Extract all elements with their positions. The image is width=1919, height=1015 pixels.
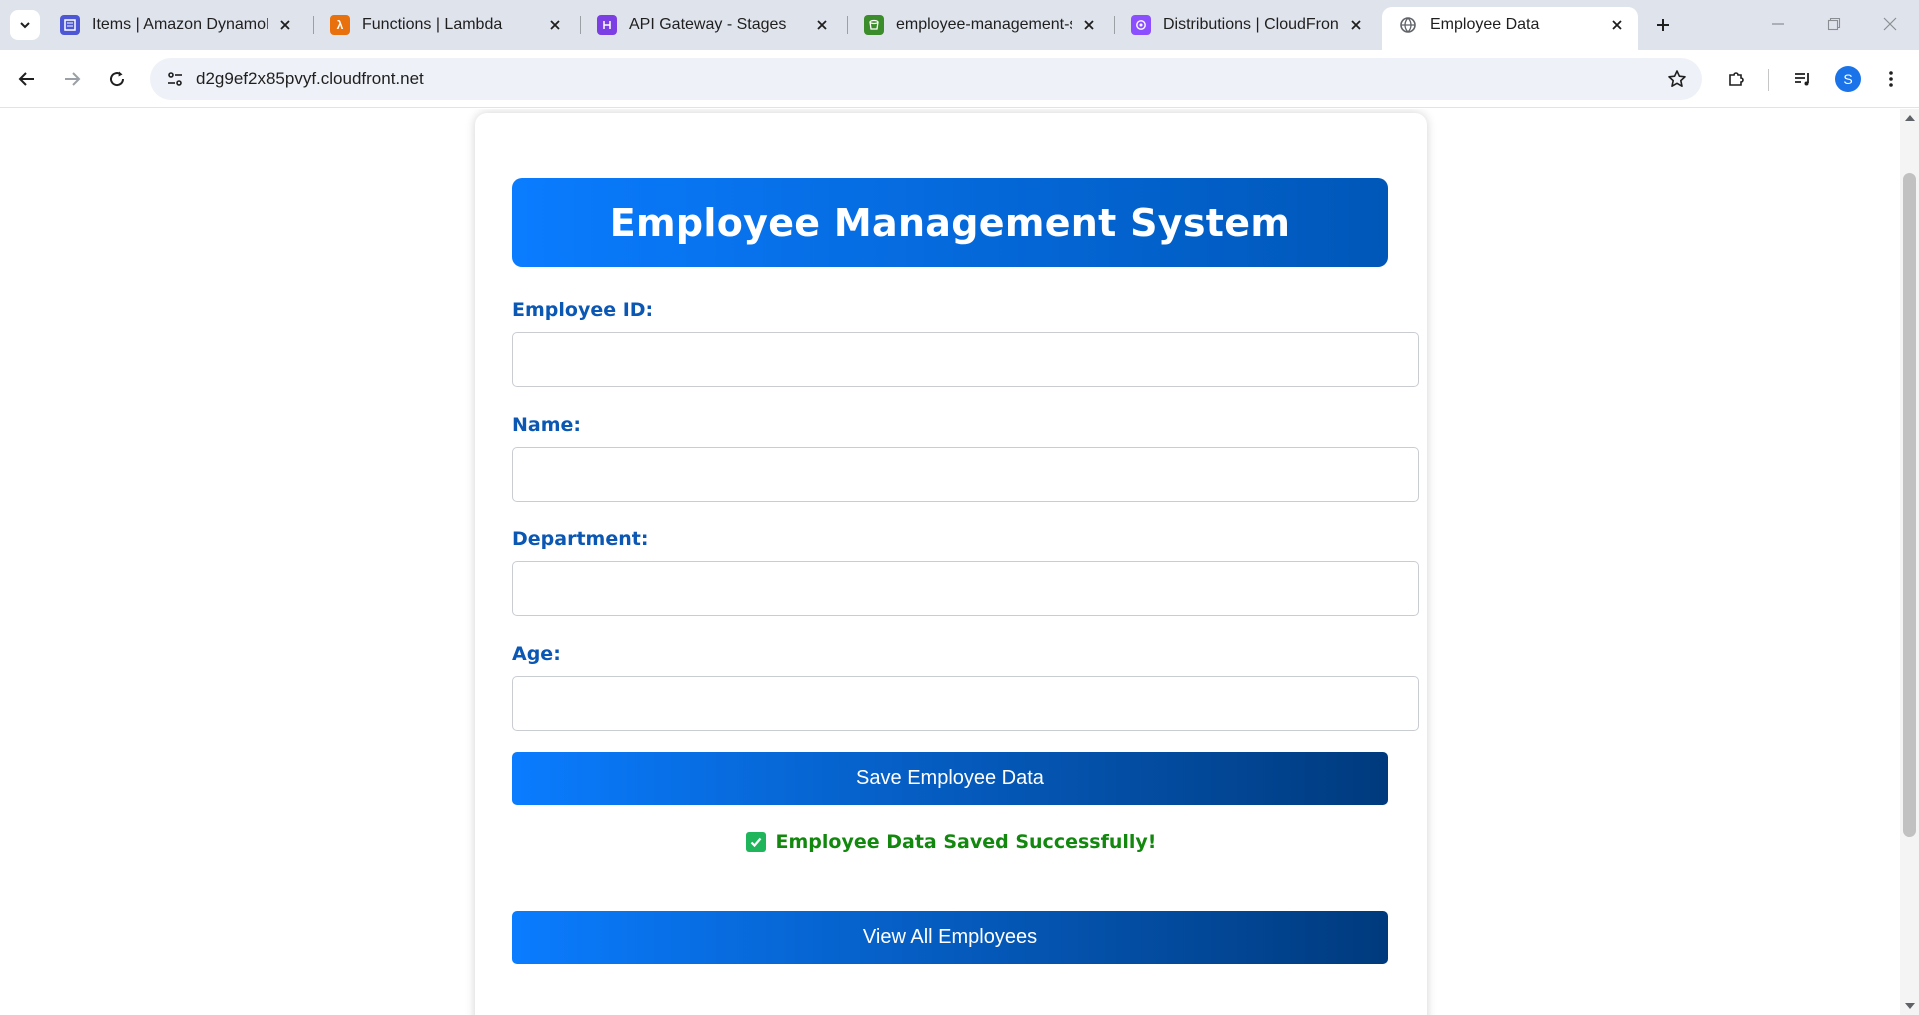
new-tab-button[interactable] (1648, 10, 1678, 40)
browser-menu-button[interactable] (1876, 61, 1906, 97)
s3-bucket-icon (864, 15, 884, 35)
tab-strip: Items | Amazon DynamoDB λ Functions | La… (0, 0, 1919, 50)
dynamodb-icon (60, 15, 80, 35)
chevron-down-icon (20, 22, 30, 29)
scroll-thumb[interactable] (1903, 173, 1916, 837)
close-icon[interactable] (1078, 14, 1100, 36)
tab-title: employee-management-sys (896, 16, 1072, 33)
tab-title: Employee Data (1430, 16, 1540, 33)
lambda-icon: λ (330, 15, 350, 35)
tab-search-button[interactable] (10, 10, 40, 40)
tab-title: Functions | Lambda (362, 16, 503, 33)
view-all-employees-button[interactable]: View All Employees (512, 911, 1388, 964)
employee-id-input[interactable] (512, 332, 1419, 387)
puzzle-icon (1729, 72, 1744, 86)
avatar: S (1835, 66, 1861, 92)
window-close-button[interactable] (1862, 0, 1918, 48)
reload-icon (110, 71, 125, 87)
globe-icon (1398, 15, 1418, 35)
cloudfront-icon (1131, 15, 1151, 35)
tab-title: Distributions | CloudFront (1163, 16, 1339, 33)
arrow-right-icon (65, 72, 81, 86)
name-label: Name: (512, 414, 582, 436)
more-vert-icon (1889, 71, 1893, 87)
department-label: Department: (512, 528, 649, 550)
tab-api-gateway[interactable]: API Gateway - Stages (581, 7, 843, 43)
api-gateway-icon (597, 15, 617, 35)
minimize-button[interactable] (1750, 0, 1806, 48)
employee-form-card: Employee Management System Employee ID: … (475, 113, 1427, 1015)
page-title: Employee Management System (609, 200, 1291, 245)
back-button[interactable] (9, 61, 45, 97)
department-input[interactable] (512, 561, 1419, 616)
scroll-up-arrow-icon[interactable] (1905, 115, 1915, 121)
minimize-icon (1772, 23, 1784, 25)
tab-title: API Gateway - Stages (629, 16, 787, 33)
scroll-down-arrow-icon[interactable] (1905, 1003, 1915, 1009)
tab-lambda[interactable]: λ Functions | Lambda (314, 7, 576, 43)
reload-button[interactable] (99, 61, 135, 97)
tab-employee-data[interactable]: Employee Data (1382, 7, 1638, 50)
close-icon[interactable] (811, 14, 833, 36)
page-scrollbar[interactable] (1900, 109, 1919, 1015)
status-text: Employee Data Saved Successfully! (775, 831, 1157, 853)
media-controls-button[interactable] (1785, 61, 1821, 97)
url-text[interactable]: d2g9ef2x85pvyf.cloudfront.net (196, 69, 424, 89)
bookmark-star-icon[interactable] (1664, 66, 1690, 92)
playlist-icon (1795, 73, 1809, 86)
site-info-icon[interactable] (162, 66, 188, 92)
check-icon (745, 832, 766, 852)
age-input[interactable] (512, 676, 1419, 731)
address-bar[interactable]: d2g9ef2x85pvyf.cloudfront.net (150, 58, 1702, 100)
tab-s3-bucket[interactable]: employee-management-sys (848, 7, 1110, 43)
forward-button[interactable] (54, 61, 90, 97)
close-icon[interactable] (1345, 14, 1367, 36)
extensions-button[interactable] (1718, 61, 1754, 97)
close-icon[interactable] (544, 14, 566, 36)
close-icon (1883, 17, 1897, 31)
browser-toolbar: d2g9ef2x85pvyf.cloudfront.net S (0, 50, 1919, 108)
plus-icon (1657, 19, 1669, 31)
restore-icon (1827, 17, 1841, 31)
employee-id-label: Employee ID: (512, 299, 654, 321)
toolbar-divider (1768, 69, 1769, 91)
status-message: Employee Data Saved Successfully! (475, 831, 1427, 853)
page-header: Employee Management System (512, 178, 1388, 267)
tab-title: Items | Amazon DynamoDB (92, 16, 268, 33)
restore-button[interactable] (1806, 0, 1862, 48)
close-icon[interactable] (274, 14, 296, 36)
save-employee-button[interactable]: Save Employee Data (512, 752, 1388, 805)
page-viewport: Employee Management System Employee ID: … (0, 109, 1900, 1015)
tab-cloudfront[interactable]: Distributions | CloudFront (1115, 7, 1377, 43)
age-label: Age: (512, 643, 561, 665)
tab-dynamodb[interactable]: Items | Amazon DynamoDB (44, 7, 306, 43)
close-icon[interactable] (1606, 14, 1628, 36)
profile-button[interactable]: S (1830, 61, 1866, 97)
arrow-left-icon (18, 72, 34, 86)
name-input[interactable] (512, 447, 1419, 502)
